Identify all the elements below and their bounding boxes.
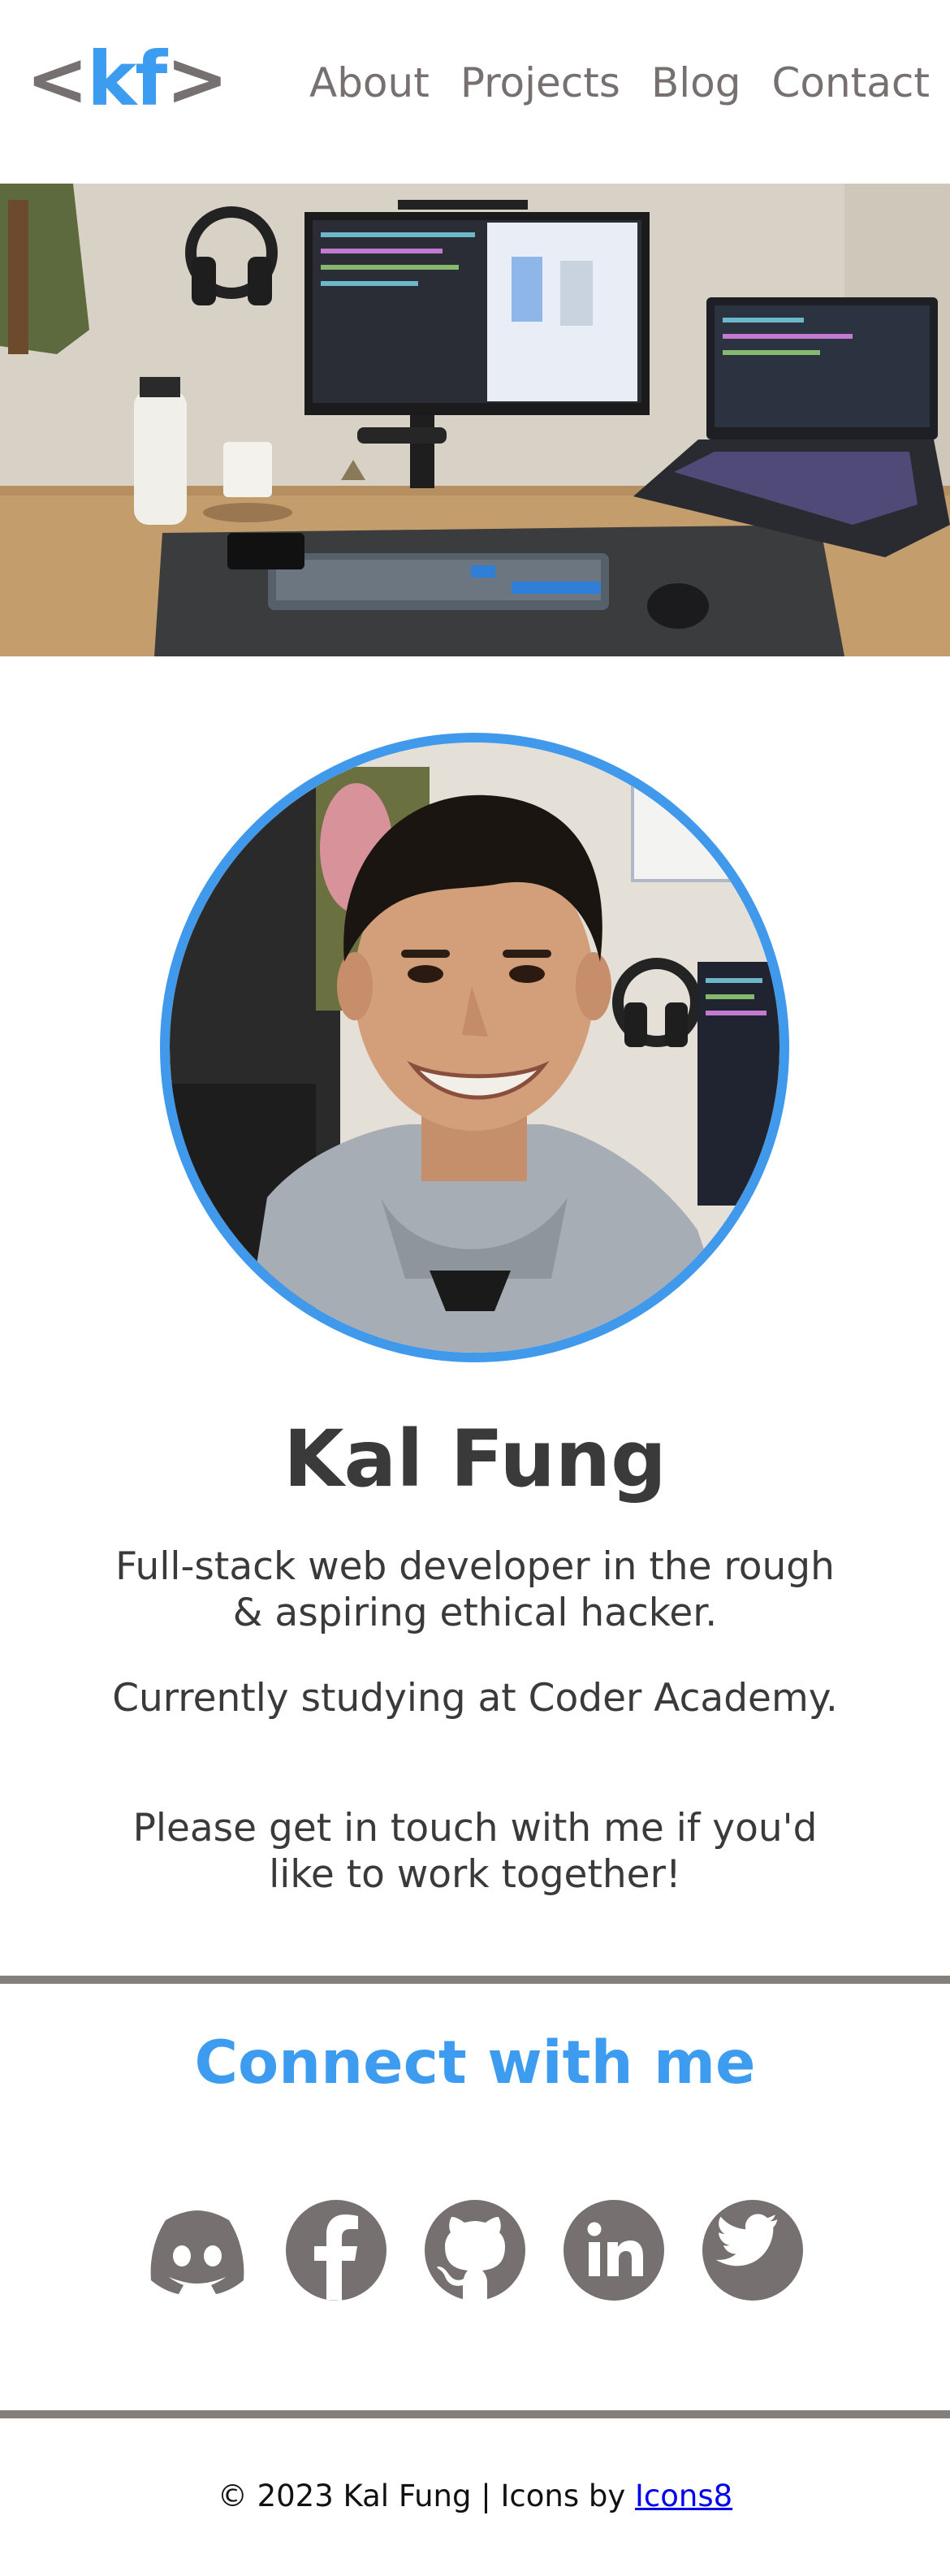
facebook-icon <box>286 2200 386 2301</box>
bio-paragraph-2: Currently studying at Coder Academy. <box>112 1676 838 1721</box>
facebook-link[interactable] <box>282 2196 391 2305</box>
logo-open-bracket: < <box>26 36 89 123</box>
github-icon <box>425 2200 525 2301</box>
social-links <box>0 2196 950 2305</box>
icons8-link[interactable]: Icons8 <box>635 2479 732 2513</box>
logo-initials: kf <box>87 36 167 123</box>
connect-heading: Connect with me <box>194 2028 756 2098</box>
discord-icon <box>150 2210 244 2294</box>
nav-blog-link[interactable]: Blog <box>651 57 741 109</box>
nav-about-link[interactable]: About <box>309 57 430 109</box>
bio-paragraph-3: Please get in touch with me if you'd lik… <box>132 1806 818 1897</box>
logo-close-bracket: > <box>166 36 228 123</box>
nav-projects-link[interactable]: Projects <box>460 57 620 109</box>
github-link[interactable] <box>421 2196 529 2305</box>
linkedin-link[interactable] <box>559 2196 668 2305</box>
discord-link[interactable] <box>143 2196 252 2305</box>
site-footer: © 2023 Kal Fung | Icons by Icons8 <box>0 2476 950 2517</box>
linkedin-icon <box>564 2200 664 2301</box>
bio-paragraph-1: Full-stack web developer in the rough & … <box>115 1544 835 1635</box>
section-divider-bottom <box>0 2410 950 2418</box>
profile-name: Kal Fung <box>283 1414 667 1504</box>
footer-copyright: © 2023 Kal Fung | Icons by <box>217 2479 635 2513</box>
profile-avatar <box>160 733 789 1362</box>
main-nav: About Projects Blog Contact <box>309 57 930 109</box>
site-header: <kf> About Projects Blog Contact <box>0 0 950 184</box>
nav-contact-link[interactable]: Contact <box>771 57 930 109</box>
twitter-link[interactable] <box>698 2196 807 2305</box>
site-logo[interactable]: <kf> <box>26 31 228 128</box>
hero-desk-image <box>0 184 950 656</box>
section-divider-top <box>0 1976 950 1984</box>
twitter-icon <box>702 2200 803 2301</box>
